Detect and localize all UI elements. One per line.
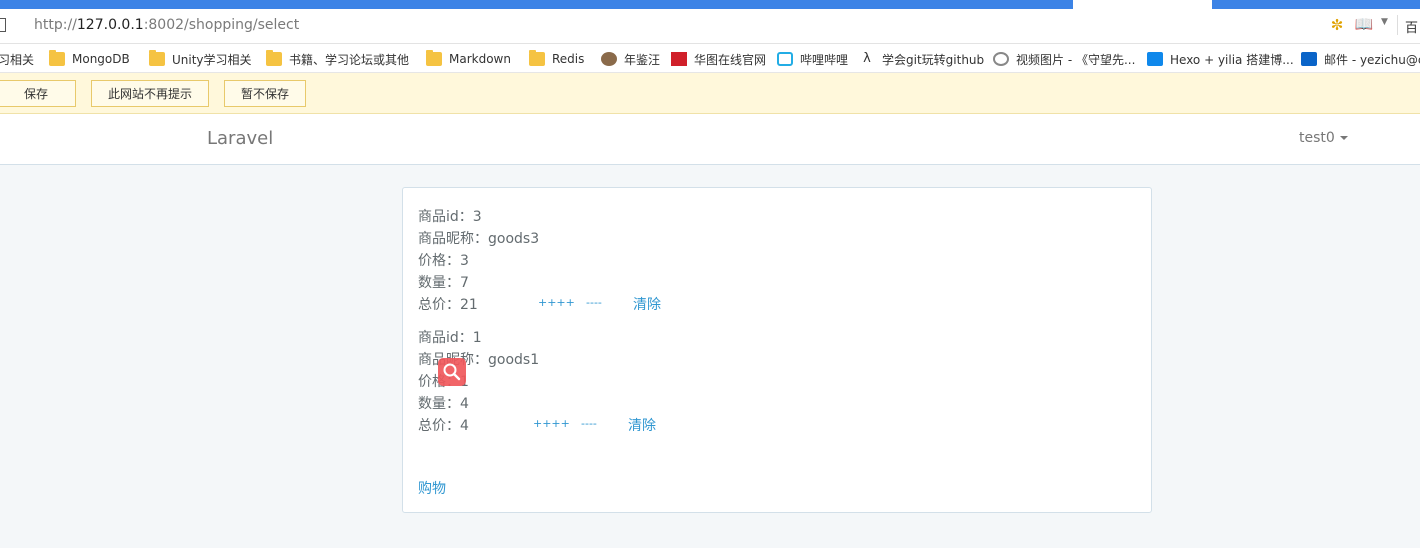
- bookmark-label: 视频图片 - 《守望先...: [1016, 52, 1136, 67]
- chevron-down-icon[interactable]: ▼: [1381, 17, 1388, 27]
- bookmark-label: 习相关: [0, 52, 35, 67]
- item-name: 商品昵称：goods1: [418, 352, 540, 368]
- increase-link[interactable]: ++++: [538, 296, 575, 309]
- bookmark-label: MongoDB: [72, 52, 130, 66]
- increase-link[interactable]: ++++: [533, 417, 570, 430]
- item-quantity: 数量：7: [418, 275, 469, 291]
- clear-link[interactable]: 清除: [633, 294, 661, 314]
- browser-tab-strip: [0, 0, 1420, 9]
- decrease-link[interactable]: ----: [581, 417, 597, 430]
- bookmark-label: 年鉴汪: [624, 52, 661, 67]
- bookmark-item[interactable]: 视频图片 - 《守望先...: [993, 50, 1135, 68]
- url-host: 127.0.0.1: [76, 17, 144, 33]
- bookmark-label: Unity学习相关: [172, 52, 252, 67]
- git-icon: λ: [863, 51, 871, 66]
- password-save-bar: 保存 此网站不再提示 暂不保存: [0, 73, 1420, 114]
- toolbar-divider: [1397, 15, 1398, 35]
- bookmark-label: 华图在线官网: [694, 52, 767, 67]
- reader-mode-icon[interactable]: 📖: [1354, 15, 1374, 35]
- decrease-link[interactable]: ----: [586, 296, 602, 309]
- avatar-icon: [601, 52, 617, 66]
- folder-icon: [529, 50, 545, 66]
- item-total: 总价：21: [418, 297, 478, 313]
- bookmark-label: Markdown: [449, 52, 511, 66]
- save-password-button[interactable]: 保存: [0, 80, 76, 107]
- caret-down-icon: [1339, 136, 1348, 140]
- outlook-icon: [1301, 52, 1317, 66]
- bookmark-label: 邮件 - yezichu@c: [1324, 52, 1420, 67]
- bookmark-item[interactable]: 习相关: [0, 50, 34, 68]
- bookmark-item[interactable]: 书籍、学习论坛或其他: [266, 50, 409, 68]
- bookmark-label: 学会git玩转github: [882, 52, 985, 67]
- bookmark-item[interactable]: Markdown: [426, 50, 511, 68]
- bookmark-label: Hexo + yilia 搭建博...: [1170, 52, 1294, 67]
- user-name: test0: [1299, 130, 1335, 146]
- item-id: 商品id：3: [418, 209, 482, 225]
- item-price: 价格：3: [418, 253, 469, 269]
- user-dropdown[interactable]: test0: [1299, 130, 1348, 146]
- url-field[interactable]: http://127.0.0.1:8002/shopping/select: [34, 17, 299, 33]
- folder-icon: [426, 50, 442, 66]
- overwatch-icon: [993, 52, 1009, 66]
- bookmark-item[interactable]: λ 学会git玩转github: [859, 50, 984, 68]
- bilibili-icon: [777, 52, 793, 66]
- clear-link[interactable]: 清除: [628, 415, 656, 435]
- bookmark-item[interactable]: Unity学习相关: [149, 50, 252, 68]
- bookmark-label: Redis: [552, 52, 585, 66]
- address-bar: http://127.0.0.1:8002/shopping/select ✼ …: [0, 9, 1420, 44]
- bookmark-label: 哔哩哔哩: [800, 52, 849, 67]
- active-tab[interactable]: [1073, 0, 1212, 9]
- item-id: 商品id：1: [418, 330, 482, 346]
- folder-icon: [266, 50, 282, 66]
- buy-link[interactable]: 购物: [418, 478, 446, 498]
- bookmark-item[interactable]: 华图在线官网: [671, 50, 766, 68]
- bookmark-item[interactable]: MongoDB: [49, 50, 130, 68]
- brand-link[interactable]: Laravel: [207, 128, 273, 149]
- app-navbar: Laravel test0: [0, 114, 1420, 165]
- not-now-button[interactable]: 暂不保存: [224, 80, 306, 107]
- url-path: :8002/shopping/select: [143, 17, 300, 33]
- search-icon[interactable]: [438, 358, 466, 386]
- extension-icon[interactable]: ✼: [1327, 16, 1347, 34]
- never-show-button[interactable]: 此网站不再提示: [91, 80, 209, 107]
- bookmark-label: 书籍、学习论坛或其他: [289, 52, 410, 67]
- bookmark-item[interactable]: Hexo + yilia 搭建博...: [1147, 50, 1294, 68]
- zhihu-icon: [1147, 52, 1163, 66]
- bookmark-item[interactable]: Redis: [529, 50, 584, 68]
- bookmark-item[interactable]: 邮件 - yezichu@c: [1301, 50, 1420, 68]
- huatu-logo-icon: [671, 52, 687, 66]
- search-engine-label[interactable]: 百: [1405, 17, 1418, 36]
- bookmark-item[interactable]: 年鉴汪: [601, 50, 660, 68]
- bookmarks-bar: 习相关 MongoDB Unity学习相关 书籍、学习论坛或其他 Markdow…: [0, 44, 1420, 73]
- bookmark-item[interactable]: 哔哩哔哩: [777, 50, 848, 68]
- page-icon: [0, 18, 6, 32]
- cart-panel: 商品id：3 商品昵称：goods3 价格：3 数量：7 总价：21 ++++ …: [402, 187, 1152, 513]
- item-quantity: 数量：4: [418, 396, 469, 412]
- folder-icon: [149, 50, 165, 66]
- folder-icon: [49, 50, 65, 66]
- url-scheme: http://: [34, 17, 77, 33]
- item-total: 总价：4: [418, 418, 469, 434]
- item-name: 商品昵称：goods3: [418, 231, 540, 247]
